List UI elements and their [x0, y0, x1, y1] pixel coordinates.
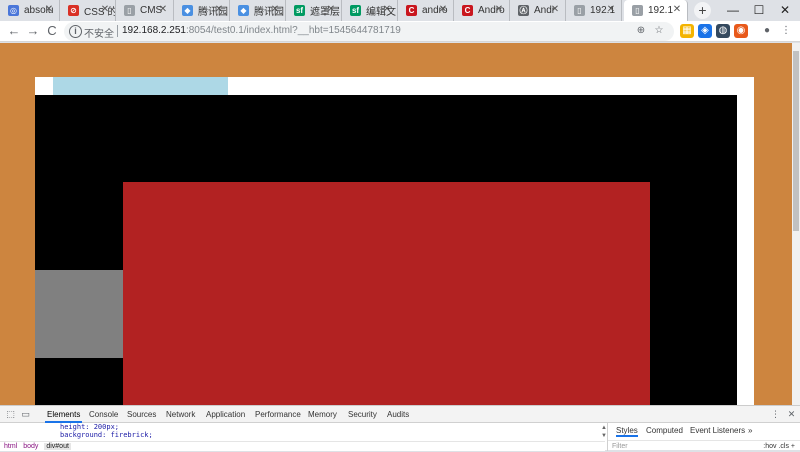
close-icon[interactable]: ✕ [326, 5, 336, 15]
url-host: 192.168.2.251 [122, 25, 186, 36]
url-path: :8054/test0.1/index.html?__hbt=154564478… [185, 25, 401, 36]
info-icon[interactable]: i [69, 25, 82, 38]
back-button[interactable]: ← [6, 23, 22, 39]
scrollbar-thumb[interactable] [793, 51, 799, 231]
breadcrumb-item[interactable]: html [4, 443, 17, 450]
tencent-icon: ◆ [182, 5, 193, 16]
close-icon[interactable]: ✕ [214, 5, 224, 15]
zoom-icon[interactable]: ⊕ [634, 24, 648, 38]
page-icon: ▯ [632, 5, 643, 16]
profile-icon[interactable]: ● [760, 24, 774, 38]
device-toggle-icon[interactable]: ▭ [20, 409, 31, 420]
divider [117, 25, 118, 37]
styles-filter-input[interactable]: Filter :hov .cls + [608, 440, 800, 451]
tab-event-listeners[interactable]: Event Listeners [690, 425, 745, 437]
breadcrumb-item[interactable]: body [23, 443, 38, 450]
extension-icon[interactable]: ◍ [716, 24, 730, 38]
tab-application[interactable]: Application [204, 406, 247, 423]
extension-icon[interactable]: ▦ [680, 24, 694, 38]
browser-tab-active[interactable]: ▯ 192.1 ✕ [624, 0, 688, 21]
close-icon[interactable]: ✕ [550, 5, 560, 15]
sf-icon: sf [350, 5, 361, 16]
csdn-icon: C [462, 5, 473, 16]
forward-button[interactable]: → [25, 23, 41, 39]
tencent-icon: ◆ [238, 5, 249, 16]
sf-icon: sf [294, 5, 305, 16]
tab-network[interactable]: Network [164, 406, 197, 423]
block-icon: ⊘ [68, 5, 79, 16]
devtools-panel: ⬚ ▭ Elements Console Sources Network App… [0, 405, 800, 451]
more-tabs-icon[interactable]: » [748, 425, 752, 437]
tab-memory[interactable]: Memory [306, 406, 339, 423]
close-icon[interactable]: ✕ [438, 5, 448, 15]
close-icon[interactable]: ✕ [672, 5, 682, 15]
code-view[interactable]: height: 200px; background: firebrick; [60, 423, 600, 441]
breadcrumb-item[interactable]: div#out [44, 443, 71, 450]
tab-sources[interactable]: Sources [125, 406, 158, 423]
close-icon[interactable]: ✕ [382, 5, 392, 15]
security-label[interactable]: 不安全 [84, 25, 114, 40]
page-icon: ▯ [574, 5, 585, 16]
tab-title: CMS [140, 5, 163, 16]
gray-box [35, 270, 123, 358]
filter-placeholder: Filter [612, 443, 628, 450]
code-line: background: firebrick; [60, 431, 153, 439]
close-devtools-icon[interactable]: ✕ [786, 409, 797, 420]
tab-security[interactable]: Security [346, 406, 379, 423]
close-icon[interactable]: ✕ [100, 5, 110, 15]
tab-computed[interactable]: Computed [646, 425, 683, 437]
browser-tab-1[interactable]: ⊘ CSS 的 ✕ [60, 0, 116, 21]
browser-tab-2[interactable]: ▯ CMS ✕ [116, 0, 174, 21]
extension-icon[interactable]: ◈ [698, 24, 712, 38]
inspect-icon[interactable]: ⬚ [5, 409, 16, 420]
close-icon[interactable]: ✕ [270, 5, 280, 15]
browser-tab-3[interactable]: ◆ 腾讯园 ✕ [174, 0, 230, 21]
bookmark-star-icon[interactable]: ☆ [652, 24, 666, 38]
close-icon[interactable]: ✕ [44, 5, 54, 15]
tab-elements[interactable]: Elements [45, 406, 83, 423]
csdn-icon: C [406, 5, 417, 16]
reload-button[interactable]: C [44, 23, 60, 39]
address-bar[interactable]: i 不安全 192.168.2.251:8054/test0.1/index.h… [64, 22, 674, 41]
tab-console[interactable]: Console [87, 406, 120, 423]
firebrick-box [123, 182, 650, 405]
browser-tab-4[interactable]: ◆ 腾讯园 ✕ [230, 0, 286, 21]
browser-tab-10[interactable]: ▯ 192.1 ✕ [566, 0, 622, 21]
minimize-button[interactable]: — [720, 0, 746, 20]
devtools-tabbar: ⬚ ▭ Elements Console Sources Network App… [0, 406, 800, 423]
close-icon[interactable]: ✕ [494, 5, 504, 15]
tab-performance[interactable]: Performance [253, 406, 303, 423]
close-window-button[interactable]: ✕ [772, 0, 798, 20]
styles-pane: Styles Computed Event Listeners » Filter… [607, 423, 800, 451]
hov-cls-buttons[interactable]: :hov .cls + [763, 441, 795, 452]
close-icon[interactable]: ✕ [158, 5, 168, 15]
android-icon: Ⓐ [518, 5, 529, 16]
code-line: height: 200px; [60, 423, 120, 431]
browser-tab-5[interactable]: sf 遮罩层 ✕ [286, 0, 342, 21]
browser-tab-6[interactable]: sf 编辑文 ✕ [342, 0, 398, 21]
tab-audits[interactable]: Audits [385, 406, 411, 423]
close-icon[interactable]: ✕ [606, 5, 616, 15]
menu-icon[interactable]: ⋮ [779, 24, 793, 38]
browser-tab-7[interactable]: C andro ✕ [398, 0, 454, 21]
browser-tab-9[interactable]: Ⓐ Andr ✕ [510, 0, 566, 21]
header-bar [53, 77, 228, 95]
browser-tab-8[interactable]: C Andro ✕ [454, 0, 510, 21]
page-viewport [0, 43, 792, 405]
globe-icon: ◎ [8, 5, 19, 16]
tab-styles[interactable]: Styles [616, 425, 638, 437]
page-scrollbar[interactable] [792, 43, 800, 405]
browser-tab-0[interactable]: ◎ absolu ✕ [0, 0, 60, 21]
new-tab-button[interactable]: + [694, 2, 711, 19]
extension-icon[interactable]: ◉ [734, 24, 748, 38]
tab-strip: ◎ absolu ✕ ⊘ CSS 的 ✕ ▯ CMS ✕ ◆ 腾讯园 ✕ ◆ 腾… [0, 0, 800, 21]
maximize-button[interactable]: ☐ [746, 0, 772, 20]
page-icon: ▯ [124, 5, 135, 16]
browser-toolbar: ← → C i 不安全 192.168.2.251:8054/test0.1/i… [0, 21, 800, 42]
url-text[interactable]: 192.168.2.251:8054/test0.1/index.html?__… [122, 25, 401, 36]
more-menu-icon[interactable]: ⋮ [770, 409, 781, 420]
